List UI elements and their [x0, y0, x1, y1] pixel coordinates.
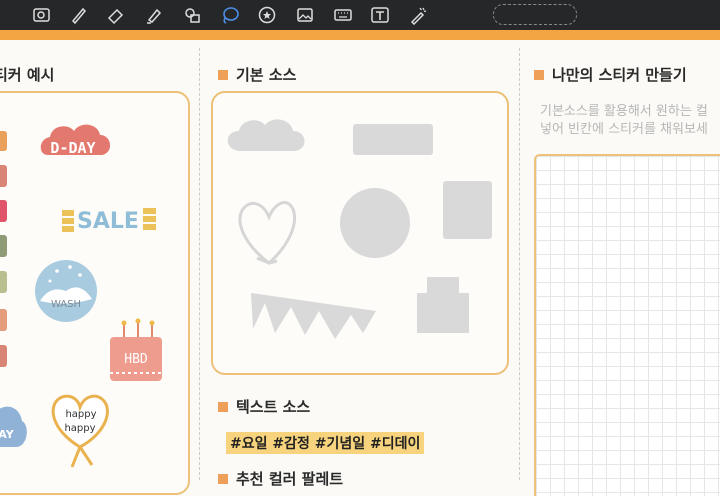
sale-sticker: SALE: [62, 208, 156, 234]
bullet-square: [218, 473, 228, 484]
toolbar: [0, 0, 720, 30]
section-title-basic: 기본 소스: [218, 64, 296, 85]
circle-shape: [340, 188, 410, 258]
color-swatch: [0, 235, 7, 257]
square-shape: [443, 181, 492, 239]
example-stickers: D-DAY SALE WASH HBD AY happy happy: [0, 124, 162, 468]
laser-pointer-icon[interactable]: [406, 3, 430, 27]
image-icon[interactable]: [293, 3, 317, 27]
happy-text-2: happy: [64, 423, 95, 434]
custom-description-line1: 기본소스를 활용해서 원하는 컬: [540, 104, 708, 119]
bullet-square: [218, 401, 228, 412]
text-icon[interactable]: [368, 3, 392, 27]
custom-description-line2: 넣어 빈칸에 스티커를 채워보세: [540, 122, 708, 137]
cloud-shape: [227, 119, 305, 151]
color-swatch: [0, 345, 7, 367]
hbd-sticker-text: HBD: [124, 352, 148, 367]
section-title-custom: 나만의 스티커 만들기: [534, 64, 687, 85]
heart-outline-shape: [238, 201, 296, 265]
wash-sticker: WASH: [35, 260, 97, 322]
sticker-icon[interactable]: [255, 3, 279, 27]
header-accent-bar: [0, 30, 720, 40]
color-swatch: [0, 165, 7, 187]
cake-shape: [417, 277, 469, 333]
bullet-square: [534, 69, 544, 80]
color-swatch: [0, 200, 7, 222]
bunting-shape: [251, 293, 376, 339]
dday-sticker-text: D-DAY: [50, 139, 95, 157]
lasso-icon[interactable]: [218, 3, 242, 27]
color-swatch: [0, 131, 7, 151]
wash-sticker-text: WASH: [51, 299, 81, 310]
highlighter-icon[interactable]: [142, 3, 166, 27]
rectangle-shape: [353, 124, 433, 155]
section-title-palette: 추천 컬러 팔레트: [218, 468, 343, 489]
eraser-icon[interactable]: [104, 3, 128, 27]
page-pill[interactable]: [493, 4, 577, 25]
sale-sticker-text: SALE: [77, 209, 139, 234]
pen-icon[interactable]: [67, 3, 91, 27]
gallery-icon[interactable]: [30, 3, 54, 27]
keyboard-icon[interactable]: [331, 3, 355, 27]
shapes-icon[interactable]: [180, 3, 204, 27]
partial-sticker-text: AY: [0, 428, 15, 441]
hbd-sticker: HBD: [110, 318, 162, 381]
happy-heart-sticker: happy happy: [51, 394, 109, 468]
bullet-square: [218, 69, 228, 80]
text-tags: #요일 #감정 #기념일 #디데이: [226, 432, 425, 454]
sticker-grid-canvas[interactable]: [534, 154, 720, 496]
happy-text-1: happy: [65, 409, 96, 420]
basic-shapes: [227, 119, 492, 339]
color-swatch: [0, 271, 7, 293]
column-divider: [519, 48, 520, 480]
section-title-text: 텍스트 소스: [218, 396, 310, 417]
column-divider: [199, 48, 200, 480]
section-title-example: 티커 예시: [0, 66, 55, 84]
color-swatch: [0, 309, 7, 331]
